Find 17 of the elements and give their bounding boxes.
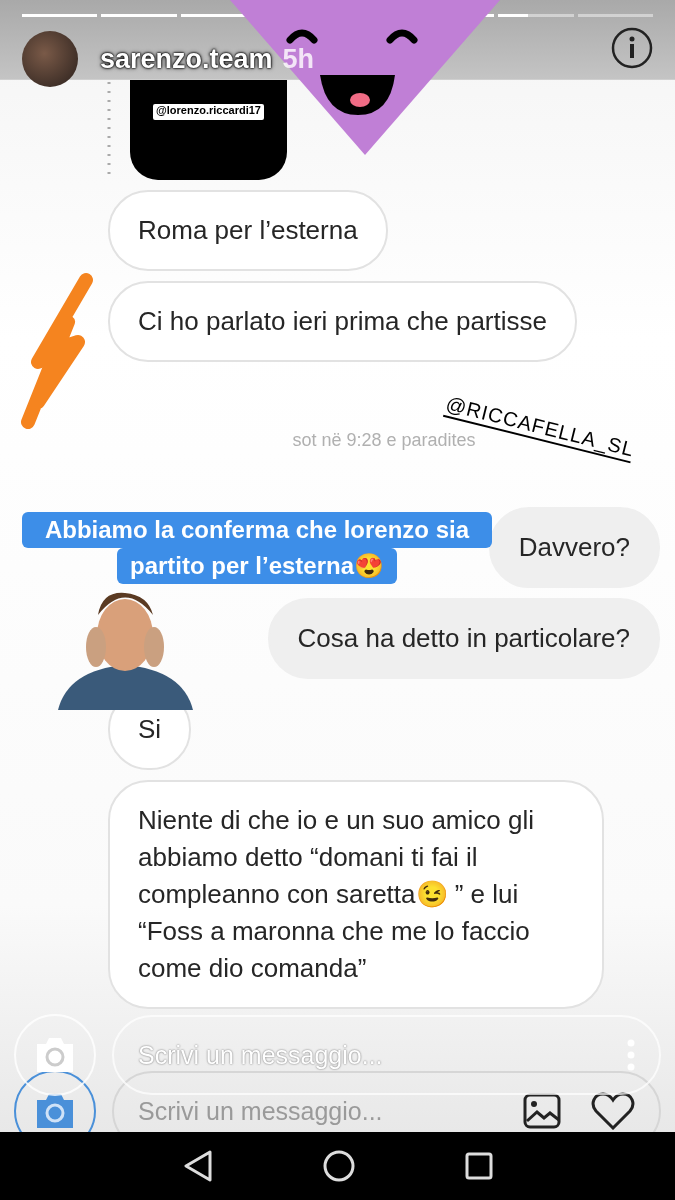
caption-text: partito per l’esterna😍	[117, 548, 397, 584]
message-bubble: Roma per l’esterna	[108, 190, 388, 271]
info-icon[interactable]	[611, 27, 653, 69]
message-bubble: Davvero?	[488, 507, 660, 588]
message-bubble: Ci ho parlato ieri prima che partisse	[108, 281, 577, 362]
recents-icon[interactable]	[464, 1152, 493, 1180]
caption-text: Abbiamo la conferma che lorenzo sia	[22, 512, 492, 548]
post-time: 5h	[282, 43, 315, 75]
avatar[interactable]	[22, 31, 78, 87]
image-icon[interactable]	[523, 1093, 561, 1129]
image-thumbnail[interactable]: @lorenzo.riccardi17	[130, 80, 287, 180]
heart-icon[interactable]	[591, 1092, 635, 1130]
back-icon[interactable]	[182, 1150, 213, 1182]
message-bubble: Cosa ha detto in particolare?	[267, 598, 660, 679]
home-icon[interactable]	[322, 1150, 355, 1182]
user-tag: @lorenzo.riccardi17	[153, 104, 264, 120]
message-bubble: Niente di che io e un suo amico gli abbiamo detto “domani ti fai il compleanno con saretta😉 ” e lui “Foss a maronna che me lo faccio come dio comanda”	[108, 780, 604, 1009]
